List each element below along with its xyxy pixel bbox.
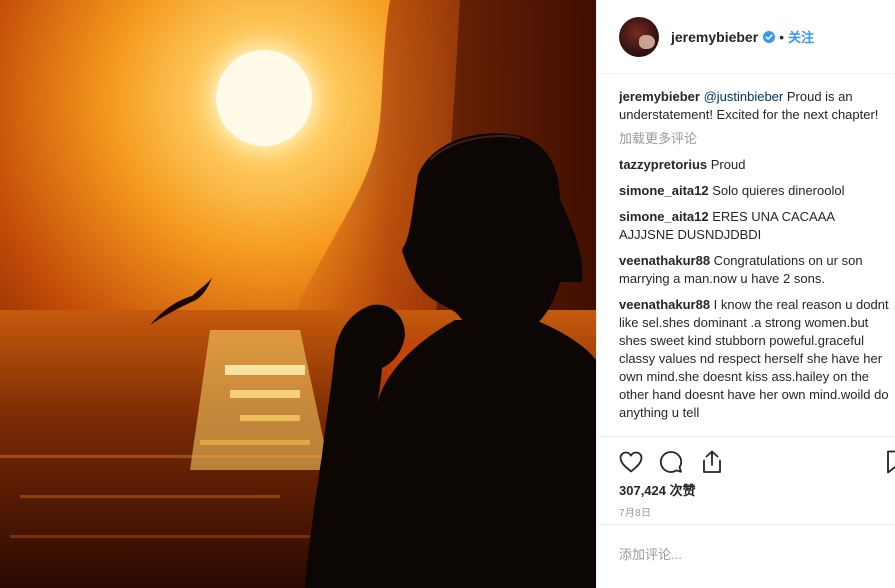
comment-text: Solo quieres dineroolol xyxy=(708,183,845,198)
list-item: veenathakur88 I know the real reason u d… xyxy=(619,296,891,422)
list-item: simone_aita12 ERES UNA CACAAA AJJJSNE DU… xyxy=(619,208,891,244)
list-item: tazzypretorius Proud xyxy=(619,156,891,174)
add-comment-section xyxy=(597,524,895,588)
comment-username[interactable]: simone_aita12 xyxy=(619,183,709,198)
comments-list[interactable]: jeremybieber @justinbieber Proud is an u… xyxy=(619,88,891,433)
comment-username[interactable]: veenathakur88 xyxy=(619,253,710,268)
verified-badge-icon xyxy=(763,30,776,43)
post-photo[interactable] xyxy=(0,0,596,588)
comment-username[interactable]: veenathakur88 xyxy=(619,297,710,312)
share-icon[interactable] xyxy=(698,448,726,476)
comment-username[interactable]: tazzypretorius xyxy=(619,157,707,172)
comment-text: I know the real reason u dodnt like sel.… xyxy=(619,297,889,420)
follow-button[interactable]: 关注 xyxy=(788,27,814,46)
load-more-comments-button[interactable]: 加载更多评论 xyxy=(619,130,891,148)
separator-dot: • xyxy=(779,28,785,45)
heart-icon[interactable] xyxy=(617,448,645,476)
caption-username[interactable]: jeremybieber xyxy=(619,89,700,104)
avatar[interactable] xyxy=(619,16,659,57)
sunset-silhouette-image xyxy=(0,0,596,588)
likes-count[interactable]: 307,424 次赞 xyxy=(619,480,696,499)
list-item: veenathakur88 Congratulations on ur son … xyxy=(619,252,891,288)
comment-input[interactable] xyxy=(619,543,879,565)
comment-text: Proud xyxy=(707,157,746,172)
speech-bubble-icon[interactable] xyxy=(657,448,685,476)
post-header: jeremybieber • 关注 xyxy=(597,0,895,74)
comment-username[interactable]: simone_aita12 xyxy=(619,209,709,224)
caption-mention[interactable]: @justinbieber xyxy=(704,89,784,104)
post-caption: jeremybieber @justinbieber Proud is an u… xyxy=(619,88,891,124)
post-details-panel: jeremybieber • 关注 jeremybieber @justinbi… xyxy=(596,0,895,588)
post-date[interactable]: 7月8日 xyxy=(619,504,651,519)
bookmark-icon[interactable] xyxy=(883,448,895,476)
username-link[interactable]: jeremybieber xyxy=(671,29,758,45)
list-item: simone_aita12 Solo quieres dineroolol xyxy=(619,182,891,200)
